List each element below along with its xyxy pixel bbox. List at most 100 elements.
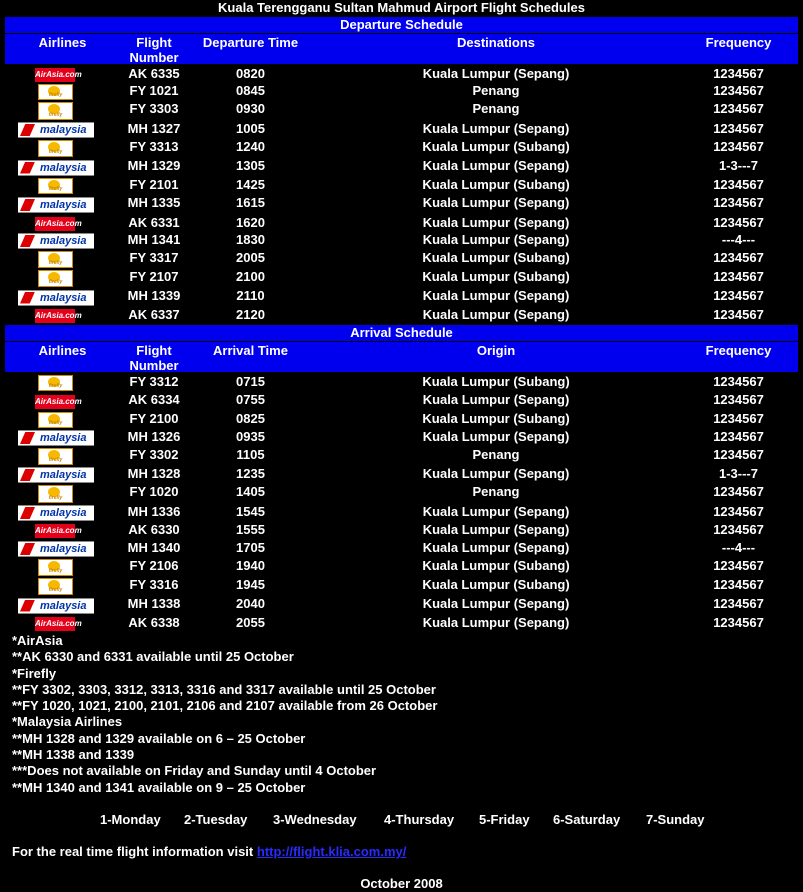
table-row: malaysia MH 1336 1545 Kuala Lumpur (Sepang)… [5,504,798,522]
table-row: firefly FY 2106 1940 Kuala Lumpur (Subang) 1… [5,558,798,577]
flight-number: AK 6337 [128,307,180,322]
frequency-cell: ---4--- [721,232,756,247]
table-row: AirAsia.com AK 6335 0820 Kuala Lumpur (Sepa… [5,66,798,83]
malaysia-airlines-logo-icon: malaysia [18,197,94,213]
malaysia-airlines-logo-icon: malaysia [18,122,94,138]
firefly-logo-text: firefly [48,383,63,389]
header-place: Destinations [456,35,535,50]
time-cell: 1945 [236,577,265,592]
frequency-cell: 1234567 [713,250,764,265]
note-line: **MH 1338 and 1339 [12,747,135,763]
day-label: 4-Thursday [384,812,455,827]
airasia-logo-icon: AirAsia.com [35,216,82,231]
firefly-logo-text: firefly [48,186,63,192]
frequency-cell: 1234567 [713,177,764,192]
malaysia-wau-icon [20,199,35,211]
firefly-logo-icon: firefly [38,448,73,465]
airasia-logo-icon: AirAsia.com [35,67,82,82]
place-cell: Kuala Lumpur (Sepang) [422,232,570,247]
airasia-logo-icon: AirAsia.com [35,524,82,538]
time-cell: 2055 [236,615,265,630]
malaysia-wau-icon [20,432,35,444]
table-row: firefly FY 1020 1405 Penang 1234567 [5,484,798,504]
malaysia-wau-icon [20,469,35,481]
header-frequency: Frequency [705,343,772,358]
flight-number: FY 1021 [129,83,179,98]
place-cell: Kuala Lumpur (Subang) [422,269,570,284]
firefly-logo: firefly [5,101,120,121]
frequency-cell: 1234567 [713,392,764,407]
firefly-logo: firefly [5,577,120,596]
header-frequency: Frequency [705,35,772,50]
page-title: Kuala Terengganu Sultan Mahmud Airport F… [218,0,585,15]
frequency-cell: 1234567 [713,374,764,389]
time-cell: 2110 [236,288,265,303]
malaysia-wau-icon [20,124,35,136]
malaysia-logo: malaysia [5,466,120,484]
time-cell: 1705 [236,540,265,555]
time-cell: 1105 [236,447,265,462]
malaysia-logo: malaysia [5,504,120,522]
malaysia-logo: malaysia [5,429,120,447]
table-row: malaysia MH 1327 1005 Kuala Lumpur (Sepang)… [5,121,798,139]
table-row: malaysia MH 1329 1305 Kuala Lumpur (Sepang)… [5,158,798,177]
airasia-logo-icon: AirAsia.com [35,309,82,323]
day-label: 1-Monday [100,812,161,827]
malaysia-logo: malaysia [5,540,120,558]
departure-section-title: Departure Schedule [5,17,798,33]
realtime-info: For the real time flight information vis… [12,844,406,860]
malaysia-wau-icon [20,507,35,519]
malaysia-logo-text: malaysia [40,543,87,555]
flight-number: FY 2107 [129,269,179,284]
table-row: AirAsia.com AK 6338 2055 Kuala Lumpur (Sepa… [5,615,798,633]
firefly-logo-icon: firefly [38,578,73,595]
arrival-section-title: Arrival Schedule [5,325,798,341]
table-row: malaysia MH 1328 1235 Kuala Lumpur (Sepang)… [5,466,798,484]
firefly-logo-text: firefly [48,457,63,463]
time-cell: 2040 [236,596,265,611]
airasia-logo: AirAsia.com [5,66,120,83]
flight-number: AK 6334 [128,392,180,407]
place-cell: Kuala Lumpur (Sepang) [422,158,570,173]
time-cell: 0845 [236,83,265,98]
malaysia-wau-icon [20,599,35,612]
malaysia-logo-text: malaysia [40,599,87,612]
firefly-logo-icon: firefly [38,102,73,120]
firefly-logo-text: firefly [48,92,63,98]
flight-number: MH 1341 [127,232,181,247]
time-cell: 1545 [236,504,265,519]
firefly-logo-text: firefly [48,112,63,118]
place-cell: Kuala Lumpur (Subang) [422,250,570,265]
malaysia-airlines-logo-icon: malaysia [18,467,94,483]
flight-info-link[interactable]: http://flight.klia.com.my/ [257,844,407,859]
flight-number: MH 1327 [127,121,181,136]
header-place: Origin [476,343,516,358]
malaysia-logo-text: malaysia [40,432,87,444]
note-line: **MH 1328 and 1329 available on 6 – 25 O… [12,730,306,746]
malaysia-wau-icon [20,543,35,555]
frequency-cell: ---4--- [721,540,756,555]
malaysia-airlines-logo-icon: malaysia [18,233,94,249]
flight-number: AK 6335 [128,66,180,81]
firefly-logo-text: firefly [48,260,63,266]
frequency-cell: 1234567 [713,288,764,303]
table-row: firefly FY 2101 1425 Kuala Lumpur (Subang) 1… [5,177,798,195]
airasia-logo: AirAsia.com [5,392,120,411]
place-cell: Kuala Lumpur (Subang) [422,177,570,192]
malaysia-logo: malaysia [5,158,120,177]
flight-number: MH 1329 [127,158,181,173]
table-row: malaysia MH 1340 1705 Kuala Lumpur (Sepang)… [5,540,798,558]
time-cell: 2120 [236,307,265,322]
firefly-logo-text: firefly [48,420,63,426]
flight-number: FY 2106 [129,558,179,573]
flight-number: MH 1340 [127,540,181,555]
airasia-logo-icon: AirAsia.com [35,394,82,409]
header-flight-number: Flight Number [129,343,179,373]
time-cell: 1305 [236,158,265,173]
note-line: *AirAsia [12,633,63,648]
place-cell: Kuala Lumpur (Sepang) [422,392,570,407]
malaysia-logo: malaysia [5,195,120,215]
frequency-cell: 1234567 [713,577,764,592]
firefly-logo-text: firefly [48,279,63,285]
place-cell: Kuala Lumpur (Subang) [422,411,570,426]
